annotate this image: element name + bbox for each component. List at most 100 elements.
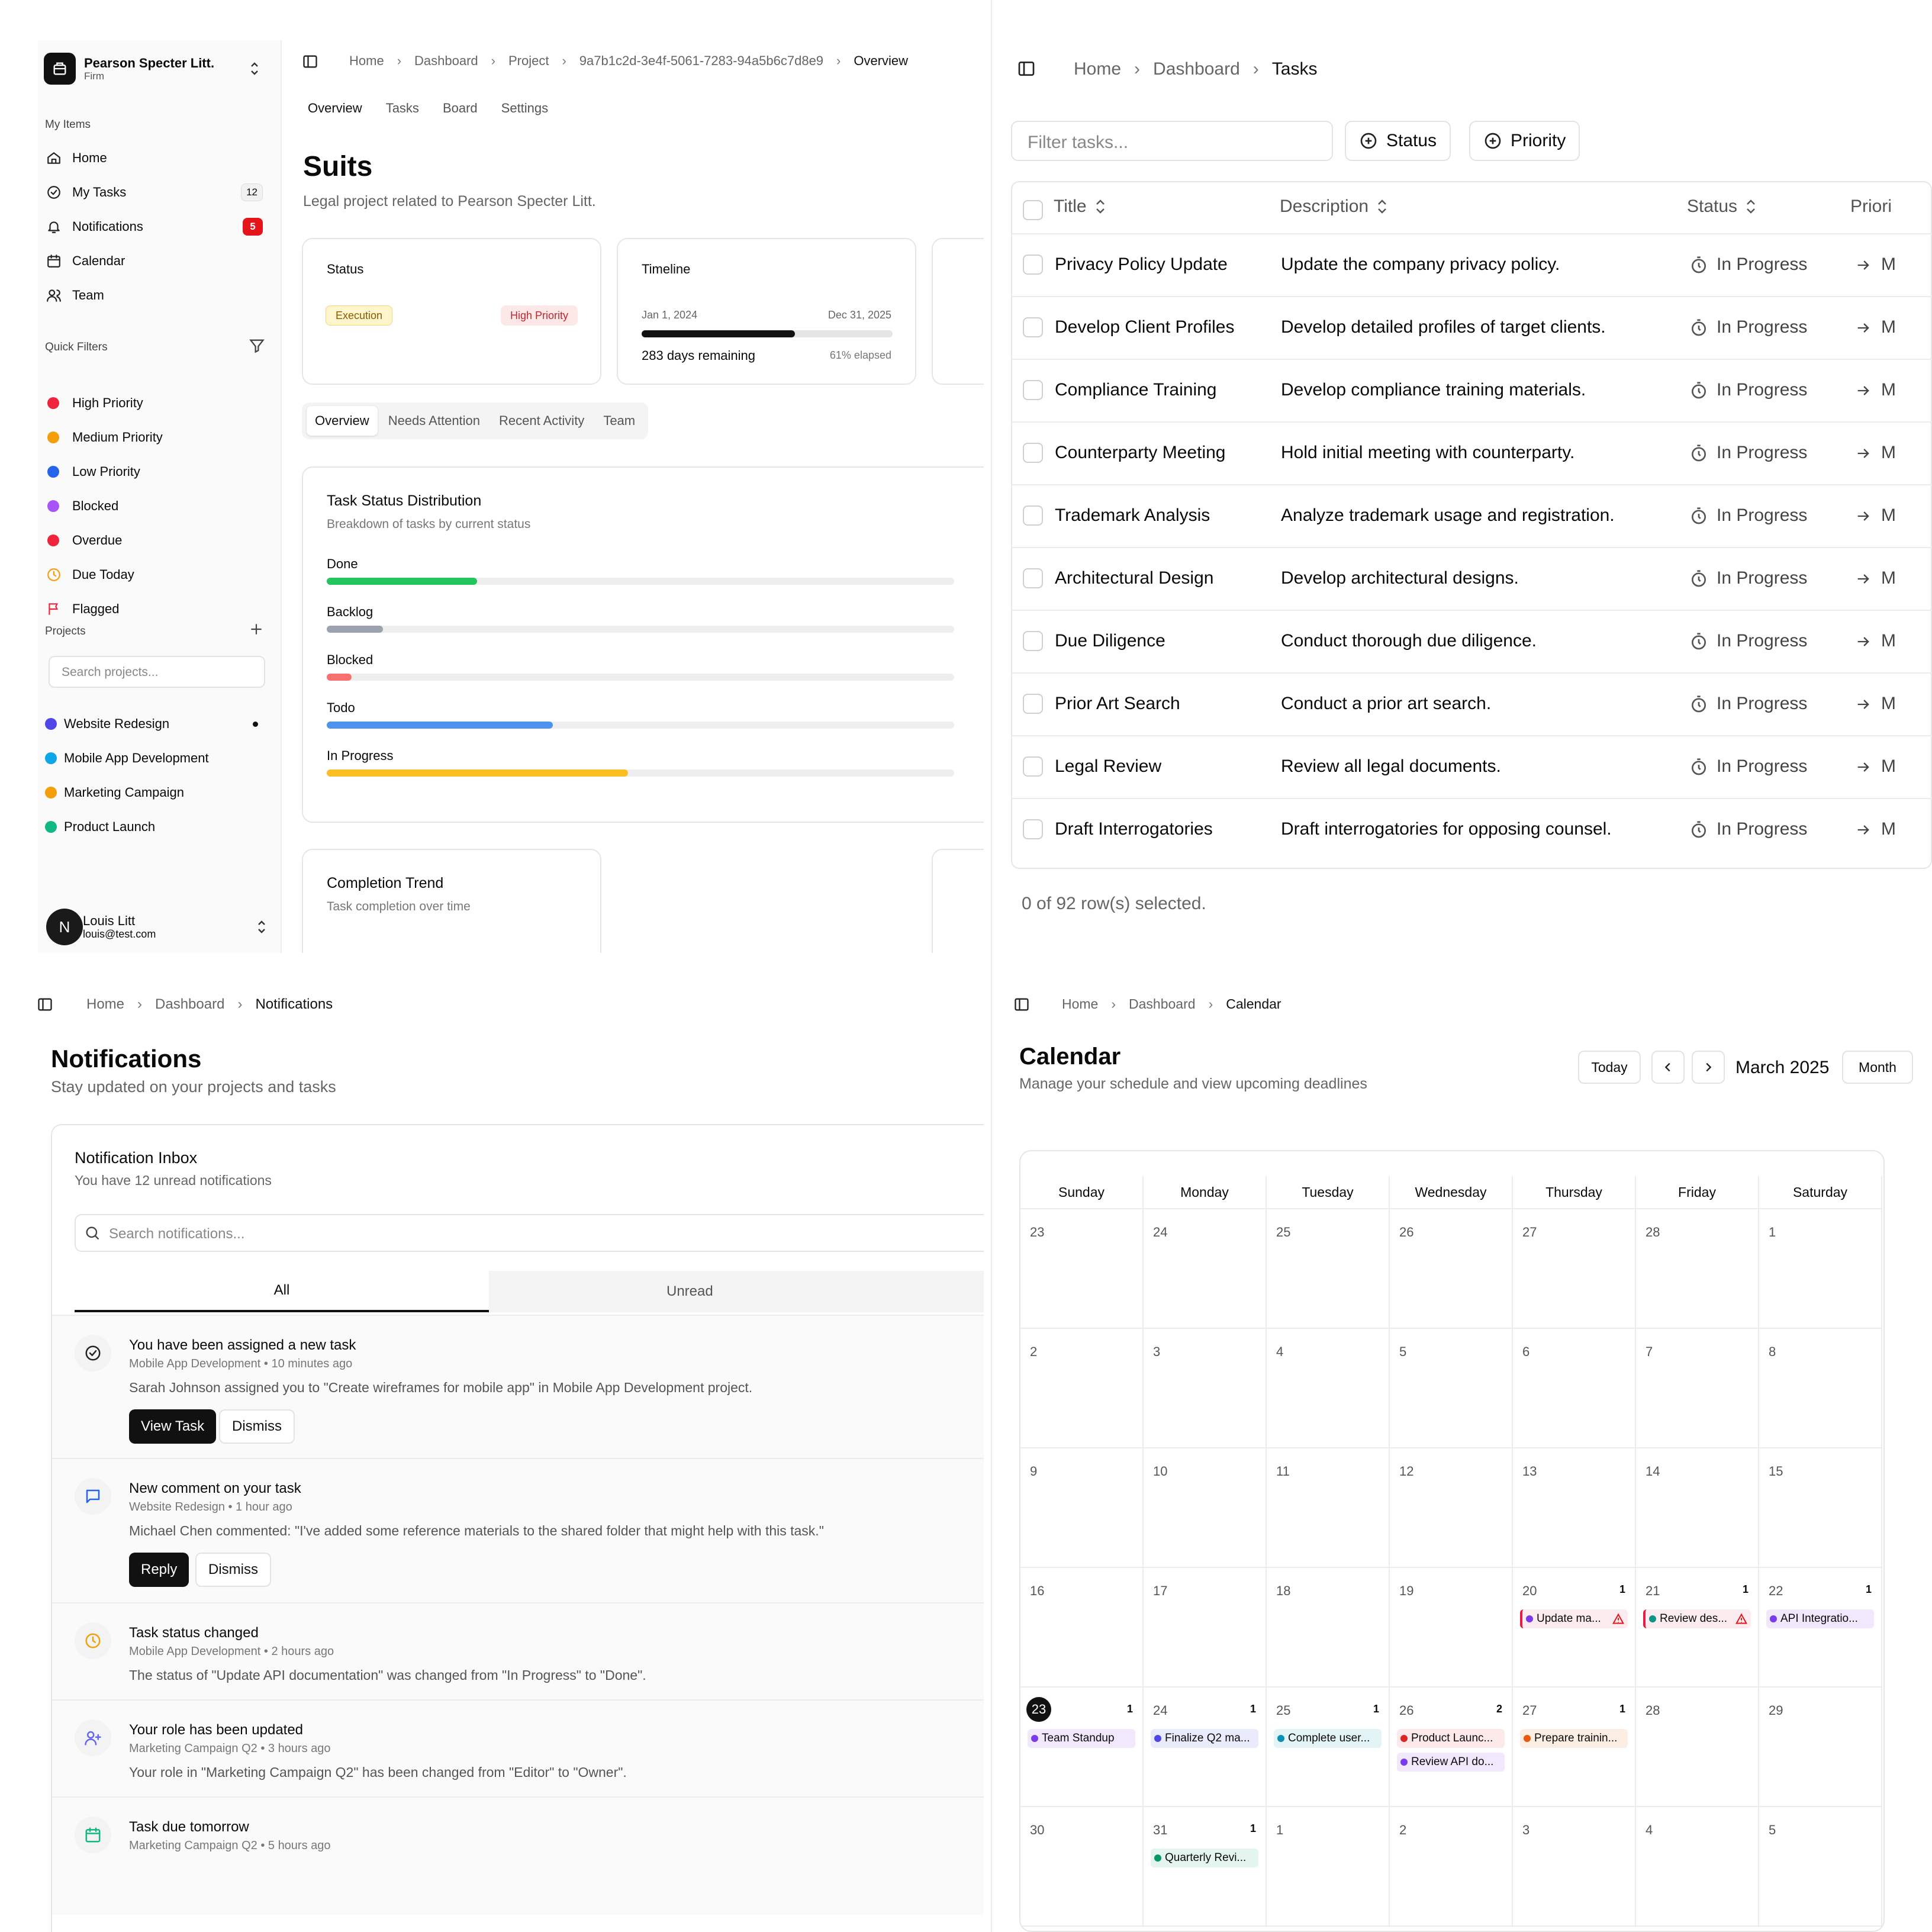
table-row[interactable]: Compliance Training Develop compliance tr… — [1012, 359, 1932, 421]
calendar-day-cell[interactable]: 27 1 Prepare trainin... — [1513, 1688, 1636, 1807]
calendar-day-cell[interactable]: 6 — [1513, 1329, 1636, 1448]
add-project-icon[interactable] — [249, 622, 264, 637]
notification-item[interactable]: Task status changed Mobile App Developmen… — [52, 1602, 984, 1699]
row-checkbox[interactable] — [1023, 631, 1043, 651]
table-row[interactable]: Architectural Design Develop architectura… — [1012, 547, 1932, 610]
calendar-day-cell[interactable]: 3 — [1513, 1807, 1636, 1927]
tab-tasks[interactable]: Tasks — [386, 101, 419, 116]
calendar-day-cell[interactable]: 7 — [1636, 1329, 1759, 1448]
view-select[interactable]: Month — [1842, 1051, 1913, 1084]
subtab-needs-attention[interactable]: Needs Attention — [380, 406, 488, 436]
breadcrumb-item[interactable]: Home — [86, 996, 124, 1013]
quick-filter-due-today[interactable]: Due Today — [44, 560, 270, 590]
calendar-event[interactable]: Review des... — [1643, 1609, 1751, 1628]
select-all-checkbox[interactable] — [1023, 200, 1043, 220]
breadcrumb-item[interactable]: Project — [508, 53, 549, 69]
tab-overview[interactable]: Overview — [308, 101, 362, 116]
calendar-day-cell[interactable]: 1 — [1759, 1209, 1882, 1329]
calendar-day-cell[interactable]: 23 1 Team Standup — [1020, 1688, 1144, 1807]
row-checkbox[interactable] — [1023, 568, 1043, 588]
breadcrumb-item[interactable]: 9a7b1c2d-3e4f-5061-7283-94a5b6c7d8e9 — [579, 53, 823, 69]
quick-filter-medium-priority[interactable]: Medium Priority — [44, 423, 270, 452]
prev-month-button[interactable] — [1651, 1051, 1685, 1084]
calendar-day-cell[interactable]: 11 — [1267, 1448, 1390, 1568]
column-header-title[interactable]: Title — [1054, 197, 1107, 217]
subtab-team[interactable]: Team — [595, 406, 643, 436]
calendar-event[interactable]: Update ma... — [1520, 1609, 1628, 1628]
breadcrumb-item[interactable]: Dashboard — [1129, 996, 1196, 1012]
breadcrumb-item[interactable]: Home — [1074, 59, 1121, 79]
breadcrumb-item[interactable]: Dashboard — [1153, 59, 1240, 79]
filter-tasks-input[interactable]: Filter tasks... — [1011, 121, 1333, 161]
view-task-button[interactable]: View Task — [129, 1409, 217, 1444]
calendar-day-cell[interactable]: 29 — [1759, 1688, 1882, 1807]
calendar-day-cell[interactable]: 16 — [1020, 1568, 1144, 1688]
row-checkbox[interactable] — [1023, 255, 1043, 275]
priority-filter-button[interactable]: Priority — [1469, 121, 1580, 161]
quick-filter-high-priority[interactable]: High Priority — [44, 388, 270, 418]
calendar-day-cell[interactable]: 4 — [1267, 1329, 1390, 1448]
calendar-day-cell[interactable]: 10 — [1144, 1448, 1267, 1568]
calendar-day-cell[interactable]: 21 1 Review des... — [1636, 1568, 1759, 1688]
calendar-event[interactable]: Complete user... — [1274, 1729, 1382, 1748]
table-row[interactable]: Privacy Policy Update Update the company … — [1012, 233, 1932, 296]
calendar-day-cell[interactable]: 2 — [1020, 1329, 1144, 1448]
notification-item[interactable]: New comment on your task Website Redesign… — [52, 1458, 984, 1602]
project-item-mobile-app-development[interactable]: Mobile App Development — [44, 743, 270, 773]
table-row[interactable]: Develop Client Profiles Develop detailed … — [1012, 296, 1932, 359]
search-projects-input[interactable]: Search projects... — [49, 656, 265, 688]
breadcrumb-item[interactable]: Home — [1062, 996, 1098, 1012]
sidebar-toggle-icon[interactable] — [37, 996, 53, 1013]
sidebar-item-team[interactable]: Team — [44, 281, 270, 310]
calendar-day-cell[interactable]: 2 — [1390, 1807, 1513, 1927]
row-checkbox[interactable] — [1023, 756, 1043, 777]
row-checkbox[interactable] — [1023, 317, 1043, 337]
row-checkbox[interactable] — [1023, 694, 1043, 714]
calendar-day-cell[interactable]: 27 — [1513, 1209, 1636, 1329]
calendar-day-cell[interactable]: 9 — [1020, 1448, 1144, 1568]
row-checkbox[interactable] — [1023, 505, 1043, 526]
calendar-day-cell[interactable]: 25 — [1267, 1209, 1390, 1329]
calendar-day-cell[interactable]: 4 — [1636, 1807, 1759, 1927]
notification-item[interactable]: You have been assigned a new task Mobile … — [52, 1315, 984, 1458]
sidebar-toggle-icon[interactable] — [1013, 996, 1030, 1013]
calendar-day-cell[interactable]: 28 — [1636, 1688, 1759, 1807]
dismiss-button[interactable]: Dismiss — [195, 1553, 271, 1587]
calendar-day-cell[interactable]: 17 — [1144, 1568, 1267, 1688]
row-checkbox[interactable] — [1023, 380, 1043, 400]
calendar-day-cell[interactable]: 25 1 Complete user... — [1267, 1688, 1390, 1807]
breadcrumb-item[interactable]: Dashboard — [414, 53, 478, 69]
calendar-day-cell[interactable]: 26 2 Product Launc... Review API do... — [1390, 1688, 1513, 1807]
calendar-day-cell[interactable]: 24 1 Finalize Q2 ma... — [1144, 1688, 1267, 1807]
calendar-event[interactable]: API Integratio... — [1766, 1609, 1874, 1628]
table-row[interactable]: Counterparty Meeting Hold initial meeting… — [1012, 421, 1932, 484]
calendar-day-cell[interactable]: 12 — [1390, 1448, 1513, 1568]
calendar-day-cell[interactable]: 8 — [1759, 1329, 1882, 1448]
calendar-day-cell[interactable]: 18 — [1267, 1568, 1390, 1688]
user-menu[interactable]: N Louis Litt louis@test.com — [38, 903, 275, 951]
table-row[interactable]: Due Diligence Conduct thorough due dilige… — [1012, 610, 1932, 672]
filter-icon[interactable] — [249, 337, 265, 354]
calendar-day-cell[interactable]: 24 — [1144, 1209, 1267, 1329]
sidebar-toggle-icon[interactable] — [1017, 59, 1036, 78]
calendar-day-cell[interactable]: 23 — [1020, 1209, 1144, 1329]
calendar-day-cell[interactable]: 14 — [1636, 1448, 1759, 1568]
firm-switcher[interactable]: Pearson Specter Litt. Firm — [44, 50, 269, 88]
notification-item[interactable]: Task due tomorrow Marketing Campaign Q2 •… — [52, 1796, 984, 1915]
table-row[interactable]: Trademark Analysis Analyze trademark usag… — [1012, 484, 1932, 547]
tab-board[interactable]: Board — [443, 101, 478, 116]
calendar-day-cell[interactable]: 22 1 API Integratio... — [1759, 1568, 1882, 1688]
calendar-day-cell[interactable]: 5 — [1759, 1807, 1882, 1927]
calendar-event[interactable]: Product Launc... — [1397, 1729, 1505, 1748]
calendar-event[interactable]: Finalize Q2 ma... — [1151, 1729, 1258, 1748]
calendar-day-cell[interactable]: 5 — [1390, 1329, 1513, 1448]
project-item-product-launch[interactable]: Product Launch — [44, 812, 270, 842]
calendar-event[interactable]: Quarterly Revi... — [1151, 1849, 1258, 1867]
calendar-day-cell[interactable]: 1 — [1267, 1807, 1390, 1927]
calendar-day-cell[interactable]: 26 — [1390, 1209, 1513, 1329]
calendar-event[interactable]: Prepare trainin... — [1520, 1729, 1628, 1748]
column-header-description[interactable]: Description — [1280, 197, 1389, 217]
row-checkbox[interactable] — [1023, 819, 1043, 839]
row-checkbox[interactable] — [1023, 443, 1043, 463]
today-button[interactable]: Today — [1578, 1051, 1641, 1084]
